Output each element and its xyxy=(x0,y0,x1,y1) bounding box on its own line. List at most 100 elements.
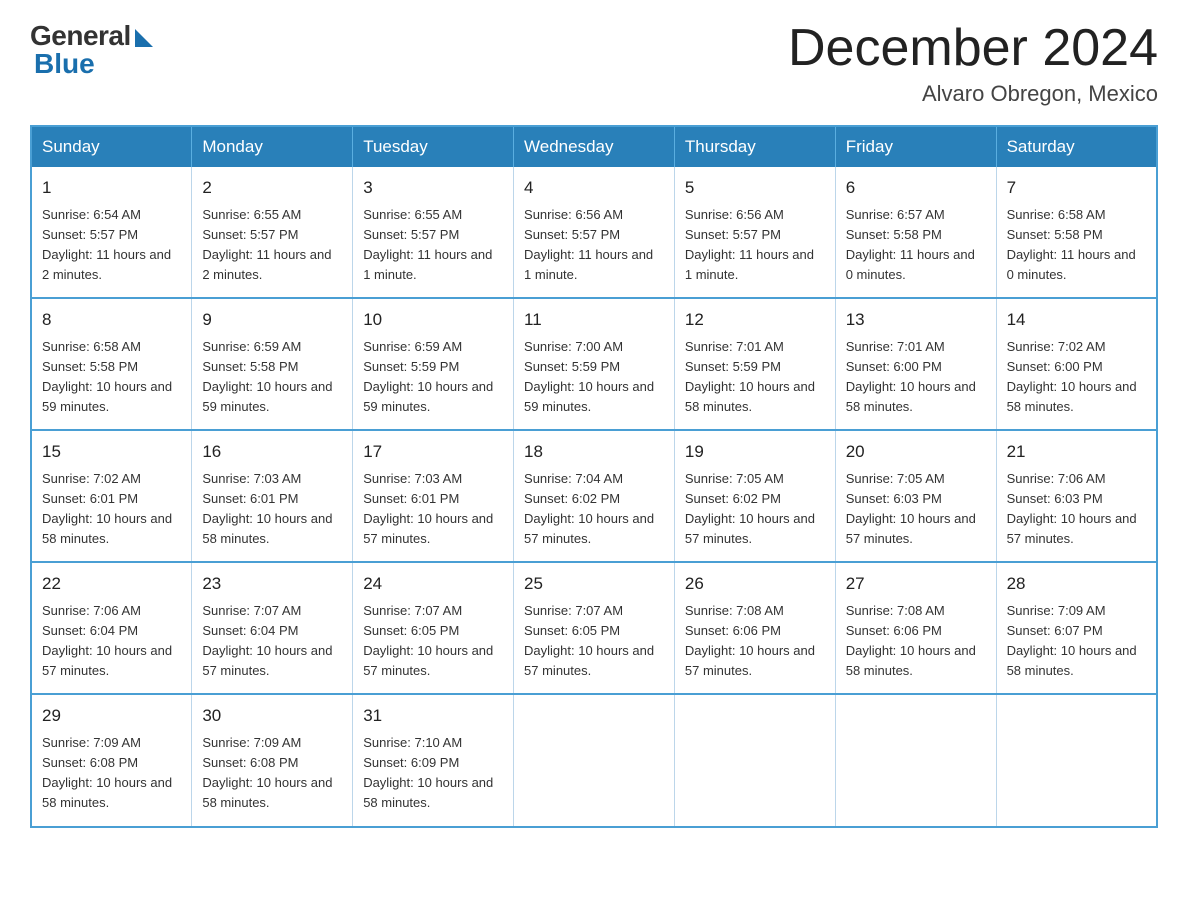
weekday-header-friday: Friday xyxy=(835,126,996,167)
calendar-cell xyxy=(514,694,675,826)
day-info: Sunrise: 7:10 AMSunset: 6:09 PMDaylight:… xyxy=(363,735,493,810)
day-number: 8 xyxy=(42,307,181,333)
day-info: Sunrise: 6:55 AMSunset: 5:57 PMDaylight:… xyxy=(363,207,492,282)
calendar-cell: 30 Sunrise: 7:09 AMSunset: 6:08 PMDaylig… xyxy=(192,694,353,826)
day-info: Sunrise: 7:08 AMSunset: 6:06 PMDaylight:… xyxy=(846,603,976,678)
weekday-header-sunday: Sunday xyxy=(31,126,192,167)
calendar-cell: 25 Sunrise: 7:07 AMSunset: 6:05 PMDaylig… xyxy=(514,562,675,694)
day-number: 31 xyxy=(363,703,503,729)
day-info: Sunrise: 7:06 AMSunset: 6:04 PMDaylight:… xyxy=(42,603,172,678)
calendar-cell: 14 Sunrise: 7:02 AMSunset: 6:00 PMDaylig… xyxy=(996,298,1157,430)
day-info: Sunrise: 7:09 AMSunset: 6:07 PMDaylight:… xyxy=(1007,603,1137,678)
logo-triangle-icon xyxy=(135,29,153,47)
calendar-cell: 16 Sunrise: 7:03 AMSunset: 6:01 PMDaylig… xyxy=(192,430,353,562)
day-info: Sunrise: 7:02 AMSunset: 6:01 PMDaylight:… xyxy=(42,471,172,546)
day-info: Sunrise: 6:58 AMSunset: 5:58 PMDaylight:… xyxy=(1007,207,1136,282)
calendar-cell: 11 Sunrise: 7:00 AMSunset: 5:59 PMDaylig… xyxy=(514,298,675,430)
day-number: 4 xyxy=(524,175,664,201)
calendar-body: 1 Sunrise: 6:54 AMSunset: 5:57 PMDayligh… xyxy=(31,167,1157,826)
day-info: Sunrise: 6:57 AMSunset: 5:58 PMDaylight:… xyxy=(846,207,975,282)
day-info: Sunrise: 7:00 AMSunset: 5:59 PMDaylight:… xyxy=(524,339,654,414)
calendar-week-row: 15 Sunrise: 7:02 AMSunset: 6:01 PMDaylig… xyxy=(31,430,1157,562)
day-info: Sunrise: 7:07 AMSunset: 6:05 PMDaylight:… xyxy=(363,603,493,678)
weekday-header-wednesday: Wednesday xyxy=(514,126,675,167)
day-number: 7 xyxy=(1007,175,1146,201)
day-info: Sunrise: 7:05 AMSunset: 6:02 PMDaylight:… xyxy=(685,471,815,546)
day-info: Sunrise: 7:04 AMSunset: 6:02 PMDaylight:… xyxy=(524,471,654,546)
day-info: Sunrise: 7:01 AMSunset: 6:00 PMDaylight:… xyxy=(846,339,976,414)
calendar-cell: 21 Sunrise: 7:06 AMSunset: 6:03 PMDaylig… xyxy=(996,430,1157,562)
day-number: 29 xyxy=(42,703,181,729)
calendar-cell: 10 Sunrise: 6:59 AMSunset: 5:59 PMDaylig… xyxy=(353,298,514,430)
day-info: Sunrise: 7:09 AMSunset: 6:08 PMDaylight:… xyxy=(202,735,332,810)
day-info: Sunrise: 7:06 AMSunset: 6:03 PMDaylight:… xyxy=(1007,471,1137,546)
calendar-cell: 31 Sunrise: 7:10 AMSunset: 6:09 PMDaylig… xyxy=(353,694,514,826)
weekday-header-tuesday: Tuesday xyxy=(353,126,514,167)
weekday-header-thursday: Thursday xyxy=(674,126,835,167)
logo: General Blue xyxy=(30,20,153,80)
calendar-cell: 7 Sunrise: 6:58 AMSunset: 5:58 PMDayligh… xyxy=(996,167,1157,298)
day-number: 12 xyxy=(685,307,825,333)
calendar-cell xyxy=(835,694,996,826)
calendar-cell: 20 Sunrise: 7:05 AMSunset: 6:03 PMDaylig… xyxy=(835,430,996,562)
day-number: 10 xyxy=(363,307,503,333)
calendar-cell: 5 Sunrise: 6:56 AMSunset: 5:57 PMDayligh… xyxy=(674,167,835,298)
calendar-cell: 19 Sunrise: 7:05 AMSunset: 6:02 PMDaylig… xyxy=(674,430,835,562)
day-info: Sunrise: 7:09 AMSunset: 6:08 PMDaylight:… xyxy=(42,735,172,810)
day-number: 3 xyxy=(363,175,503,201)
calendar-cell: 8 Sunrise: 6:58 AMSunset: 5:58 PMDayligh… xyxy=(31,298,192,430)
day-number: 5 xyxy=(685,175,825,201)
month-title: December 2024 xyxy=(788,20,1158,77)
calendar-cell: 13 Sunrise: 7:01 AMSunset: 6:00 PMDaylig… xyxy=(835,298,996,430)
day-info: Sunrise: 7:07 AMSunset: 6:05 PMDaylight:… xyxy=(524,603,654,678)
day-number: 16 xyxy=(202,439,342,465)
day-number: 24 xyxy=(363,571,503,597)
weekday-header-monday: Monday xyxy=(192,126,353,167)
calendar-header: SundayMondayTuesdayWednesdayThursdayFrid… xyxy=(31,126,1157,167)
day-number: 22 xyxy=(42,571,181,597)
calendar-cell: 6 Sunrise: 6:57 AMSunset: 5:58 PMDayligh… xyxy=(835,167,996,298)
calendar-cell: 29 Sunrise: 7:09 AMSunset: 6:08 PMDaylig… xyxy=(31,694,192,826)
day-info: Sunrise: 6:54 AMSunset: 5:57 PMDaylight:… xyxy=(42,207,171,282)
calendar-table: SundayMondayTuesdayWednesdayThursdayFrid… xyxy=(30,125,1158,827)
day-number: 13 xyxy=(846,307,986,333)
day-info: Sunrise: 6:56 AMSunset: 5:57 PMDaylight:… xyxy=(685,207,814,282)
calendar-cell: 15 Sunrise: 7:02 AMSunset: 6:01 PMDaylig… xyxy=(31,430,192,562)
calendar-cell: 28 Sunrise: 7:09 AMSunset: 6:07 PMDaylig… xyxy=(996,562,1157,694)
day-info: Sunrise: 7:08 AMSunset: 6:06 PMDaylight:… xyxy=(685,603,815,678)
calendar-cell: 17 Sunrise: 7:03 AMSunset: 6:01 PMDaylig… xyxy=(353,430,514,562)
day-number: 26 xyxy=(685,571,825,597)
calendar-cell: 12 Sunrise: 7:01 AMSunset: 5:59 PMDaylig… xyxy=(674,298,835,430)
day-number: 30 xyxy=(202,703,342,729)
day-number: 23 xyxy=(202,571,342,597)
calendar-week-row: 1 Sunrise: 6:54 AMSunset: 5:57 PMDayligh… xyxy=(31,167,1157,298)
weekday-header-saturday: Saturday xyxy=(996,126,1157,167)
calendar-cell: 26 Sunrise: 7:08 AMSunset: 6:06 PMDaylig… xyxy=(674,562,835,694)
day-number: 28 xyxy=(1007,571,1146,597)
day-info: Sunrise: 7:05 AMSunset: 6:03 PMDaylight:… xyxy=(846,471,976,546)
calendar-cell: 18 Sunrise: 7:04 AMSunset: 6:02 PMDaylig… xyxy=(514,430,675,562)
location: Alvaro Obregon, Mexico xyxy=(788,81,1158,107)
day-info: Sunrise: 6:58 AMSunset: 5:58 PMDaylight:… xyxy=(42,339,172,414)
day-number: 9 xyxy=(202,307,342,333)
day-number: 2 xyxy=(202,175,342,201)
calendar-week-row: 22 Sunrise: 7:06 AMSunset: 6:04 PMDaylig… xyxy=(31,562,1157,694)
calendar-cell xyxy=(996,694,1157,826)
calendar-cell: 23 Sunrise: 7:07 AMSunset: 6:04 PMDaylig… xyxy=(192,562,353,694)
calendar-cell xyxy=(674,694,835,826)
day-info: Sunrise: 7:03 AMSunset: 6:01 PMDaylight:… xyxy=(202,471,332,546)
day-info: Sunrise: 7:07 AMSunset: 6:04 PMDaylight:… xyxy=(202,603,332,678)
day-number: 15 xyxy=(42,439,181,465)
day-info: Sunrise: 7:02 AMSunset: 6:00 PMDaylight:… xyxy=(1007,339,1137,414)
day-number: 27 xyxy=(846,571,986,597)
day-info: Sunrise: 6:59 AMSunset: 5:59 PMDaylight:… xyxy=(363,339,493,414)
day-info: Sunrise: 6:56 AMSunset: 5:57 PMDaylight:… xyxy=(524,207,653,282)
day-number: 17 xyxy=(363,439,503,465)
day-number: 14 xyxy=(1007,307,1146,333)
day-info: Sunrise: 7:01 AMSunset: 5:59 PMDaylight:… xyxy=(685,339,815,414)
calendar-cell: 2 Sunrise: 6:55 AMSunset: 5:57 PMDayligh… xyxy=(192,167,353,298)
logo-blue-text: Blue xyxy=(30,48,95,80)
day-number: 6 xyxy=(846,175,986,201)
day-number: 18 xyxy=(524,439,664,465)
day-info: Sunrise: 7:03 AMSunset: 6:01 PMDaylight:… xyxy=(363,471,493,546)
